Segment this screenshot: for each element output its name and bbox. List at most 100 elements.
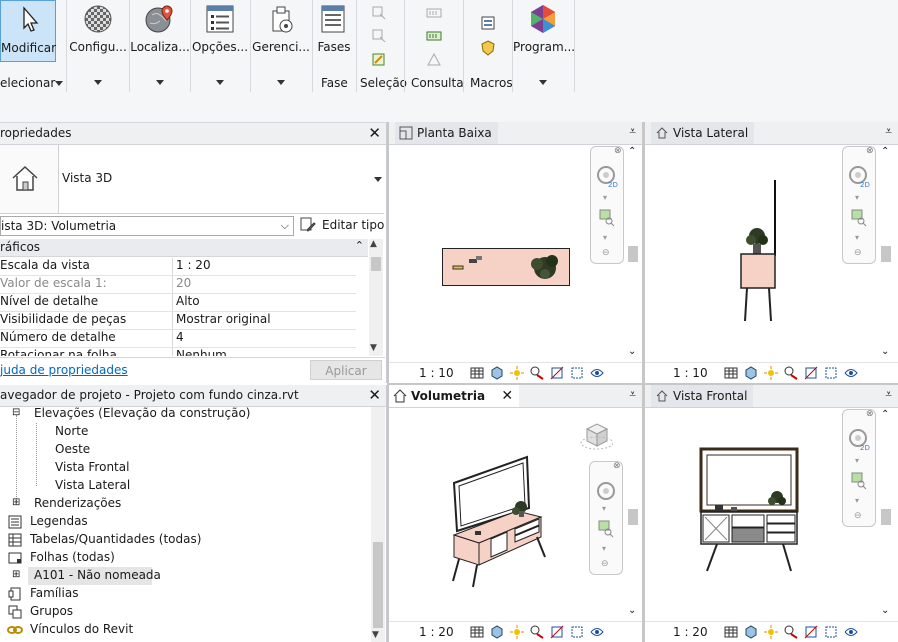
sun-path-icon[interactable] [509,624,525,640]
close-icon[interactable]: ⊗ [613,461,621,471]
zoom-region-icon[interactable] [598,520,614,538]
tree-leaf-view[interactable]: Oeste [55,442,90,456]
view-scale[interactable]: 1 : 20 [673,625,708,639]
tree-node-families[interactable]: Famílias [30,586,78,600]
tab-floor-plan[interactable]: Planta Baixa [395,122,498,144]
temporary-hide-icon[interactable] [843,624,859,640]
crop-region-icon[interactable] [823,624,839,640]
minus-circle-icon[interactable]: ⊖ [602,248,610,258]
tab-menu-icon[interactable]: ⩡ [885,124,892,139]
modify-button[interactable]: Modificar [0,0,56,62]
property-value[interactable]: Alto [176,294,200,308]
viewport-front-elevation[interactable]: Vista Frontal ⩡ ⊗ 2D ▾ ▾ ⊖ ⌃ ⌄ 1 : 20 [645,385,898,642]
navigation-bar[interactable]: ⊗ 2D ▾ ▾ ⊖ [590,146,624,264]
tab-menu-icon[interactable]: ⩡ [885,387,892,402]
options-button[interactable]: Opções... [191,0,249,92]
select-by-id-icon[interactable] [426,28,442,44]
crop-view-icon[interactable] [803,624,819,640]
temporary-hide-icon[interactable] [843,365,859,381]
select-by-face-icon[interactable] [371,52,387,68]
tab-menu-icon[interactable]: ⩡ [629,387,636,402]
view-scale[interactable]: 1 : 20 [419,625,454,639]
tree-node-renderings[interactable]: Renderizações [34,496,121,510]
shadows-icon[interactable] [783,365,799,381]
tab-front-elevation[interactable]: Vista Frontal [651,385,754,407]
close-icon[interactable]: ⊗ [614,146,622,156]
scroll-thumb[interactable] [373,542,383,628]
instance-filter-select[interactable]: ista 3D: Volumetria ⌵ [0,216,294,236]
property-value[interactable]: 1 : 20 [176,258,211,272]
tab-menu-icon[interactable]: ⩡ [629,124,636,139]
scroll-thumb[interactable] [881,509,891,525]
viewport-scrollbar[interactable]: ⌃ ⌄ [626,146,640,363]
sun-path-icon[interactable] [509,365,525,381]
sun-path-icon[interactable] [763,624,779,640]
shadows-icon[interactable] [783,624,799,640]
property-value[interactable]: Mostrar original [176,312,271,326]
properties-help-link[interactable]: juda de propriedades [0,363,128,377]
viewport-side-elevation[interactable]: Vista Lateral ⩡ ⊗ 2D ▾ ▾ ⊖ ⌃ ⌄ 1 : 10 [645,122,898,383]
viewport-scrollbar[interactable]: ⌃ ⌄ [879,409,893,622]
tree-node-schedules[interactable]: Tabelas/Quantidades (todas) [30,532,201,546]
viewport-scrollbar[interactable]: ⌄ [626,409,640,622]
select-underlay-icon[interactable] [371,28,387,44]
property-value[interactable]: 4 [176,330,184,344]
viewport-floor-plan[interactable]: Planta Baixa ⩡ ⊗ 2D ▾ ▾ ⊖ ⌃ ⌄ 1 : 10 [389,122,642,383]
graphics-section-header[interactable]: ráficos ⌃ [0,239,368,257]
steering-wheel-2d-icon[interactable]: 2D [848,165,870,189]
tree-node-sheets[interactable]: Folhas (todas) [30,550,115,564]
browser-scrollbar[interactable]: ▼ [371,407,385,642]
type-selector[interactable]: Vista 3D [0,145,384,214]
shadows-icon[interactable] [529,365,545,381]
collapse-toggle-icon[interactable]: ⊟ [12,407,20,418]
detail-level-icon[interactable] [723,624,739,640]
tab-side-elevation[interactable]: Vista Lateral [651,122,755,144]
close-tab-icon[interactable]: ✕ [501,385,513,407]
tree-node-groups[interactable]: Grupos [30,604,73,618]
select-links-icon[interactable] [371,5,387,21]
close-icon[interactable]: ⊗ [866,146,874,156]
material-settings-button[interactable]: Configu... [68,0,128,92]
zoom-region-icon[interactable] [851,209,867,227]
properties-scrollbar[interactable]: ▲ ▼ [369,239,383,356]
macro-manager-icon[interactable] [480,15,496,31]
location-button[interactable]: Localiza... [130,0,190,92]
tree-leaf-view[interactable]: Vista Frontal [55,460,129,474]
steering-wheel-2d-icon[interactable]: 2D [596,165,618,189]
crop-view-icon[interactable] [803,365,819,381]
minus-circle-icon[interactable]: ⊖ [854,511,862,521]
scroll-thumb[interactable] [628,509,638,525]
viewport-3d[interactable]: Volumetria ✕ ⩡ ⊗ ▾ ▾ ⊖ ⌄ 1: 20 [389,385,642,642]
tree-leaf-view[interactable]: Norte [55,424,88,438]
tree-node-elevations[interactable]: Elevações (Elevação da construção) [34,406,251,420]
detail-level-icon[interactable] [723,365,739,381]
tree-node-sheet-a101[interactable]: A101 - Não nomeada [34,568,161,582]
close-icon[interactable]: ✕ [368,388,381,403]
zoom-region-icon[interactable] [851,472,867,490]
warnings-icon[interactable] [426,52,442,68]
visual-style-icon[interactable] [743,365,759,381]
temporary-hide-icon[interactable] [589,365,605,381]
steering-wheel-2d-icon[interactable]: 2D [848,428,870,452]
navigation-bar[interactable]: ⊗ 2D ▾ ▾ ⊖ [842,146,876,264]
crop-view-icon[interactable] [549,365,565,381]
navigation-bar[interactable]: ⊗ 2D ▾ ▾ ⊖ [842,409,876,527]
zoom-region-icon[interactable] [599,209,615,227]
tree-node-revit-links[interactable]: Vínculos do Revit [30,622,133,636]
close-icon[interactable]: ⊗ [866,409,874,419]
tab-3d[interactable]: Volumetria ✕ [389,385,520,407]
temporary-hide-icon[interactable] [589,624,605,640]
query-id-icon[interactable] [426,5,442,21]
view-scale[interactable]: 1 : 10 [419,366,454,380]
expand-toggle-icon[interactable]: ⊞ [12,497,20,508]
close-icon[interactable]: ✕ [368,126,381,141]
steering-wheel-icon[interactable] [595,480,617,502]
crop-region-icon[interactable] [823,365,839,381]
detail-level-icon[interactable] [469,624,485,640]
minus-circle-icon[interactable]: ⊖ [854,248,862,258]
macro-security-icon[interactable] [480,40,496,56]
sun-path-icon[interactable] [763,365,779,381]
detail-level-icon[interactable] [469,365,485,381]
navigation-bar[interactable]: ⊗ ▾ ▾ ⊖ [589,461,623,575]
expand-toggle-icon[interactable]: ⊞ [12,569,20,580]
